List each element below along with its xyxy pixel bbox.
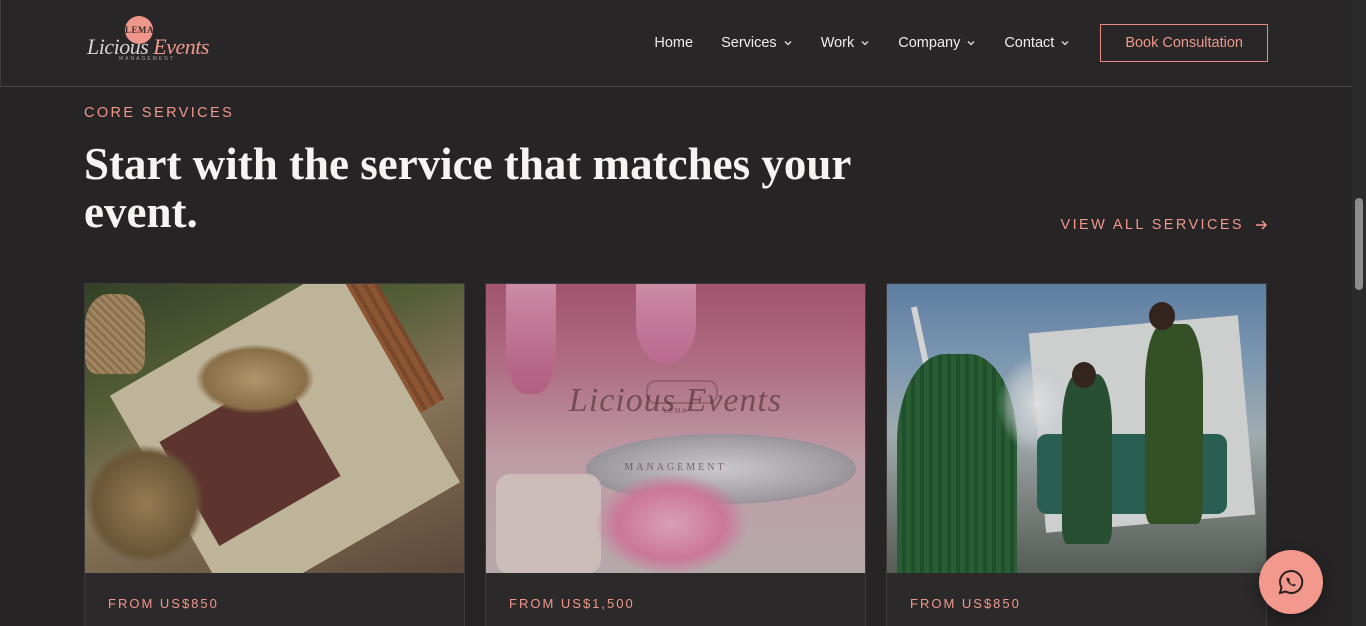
chevron-down-icon <box>861 41 869 46</box>
chevron-down-icon <box>1061 41 1069 46</box>
brand-logo[interactable]: LEMA Licious Events MANAGEMENT <box>85 14 209 70</box>
service-card[interactable]: FROM US$850 <box>886 283 1267 626</box>
whatsapp-icon <box>1278 569 1304 595</box>
view-all-label: VIEW ALL SERVICES <box>1060 217 1244 233</box>
nav-work-label: Work <box>820 35 855 51</box>
nav-company-label: Company <box>898 35 961 51</box>
service-card-image <box>85 284 464 573</box>
scrollbar-thumb[interactable] <box>1355 198 1363 290</box>
nav-contact-label: Contact <box>1004 35 1055 51</box>
service-card-price: FROM US$850 <box>108 596 219 611</box>
service-card[interactable]: FROM US$850 <box>84 283 465 626</box>
nav-company[interactable]: Company <box>898 35 976 51</box>
service-card-price: FROM US$1,500 <box>509 596 635 611</box>
nav-work[interactable]: Work <box>821 35 871 51</box>
section-eyebrow: CORE SERVICES <box>84 105 235 121</box>
nav-services[interactable]: Services <box>721 35 793 51</box>
arrow-right-icon <box>1256 220 1268 230</box>
section-headline: Start with the service that matches your… <box>84 139 851 237</box>
chevron-down-icon <box>967 41 975 46</box>
page-scrollbar[interactable] <box>1352 0 1366 626</box>
view-all-services-link[interactable]: VIEW ALL SERVICES <box>1061 217 1268 233</box>
service-card[interactable]: LEMA Licious Events MANAGEMENT FROM US$1… <box>485 283 866 626</box>
nav-services-label: Services <box>721 35 777 51</box>
chevron-down-icon <box>784 41 792 46</box>
main-nav: Home Services Work Company Contact Book … <box>654 0 1352 86</box>
logo-subtitle: MANAGEMENT <box>119 56 175 62</box>
nav-home-label: Home <box>654 35 694 51</box>
whatsapp-button[interactable] <box>1259 550 1323 614</box>
nav-home[interactable]: Home <box>654 35 693 51</box>
book-consultation-button[interactable]: Book Consultation <box>1100 24 1268 62</box>
nav-contact[interactable]: Contact <box>1004 35 1070 51</box>
service-card-image: LEMA Licious Events MANAGEMENT <box>486 284 865 573</box>
service-card-image <box>887 284 1266 573</box>
site-header: LEMA Licious Events MANAGEMENT Home Serv… <box>0 0 1352 87</box>
service-card-price: FROM US$850 <box>910 596 1021 611</box>
